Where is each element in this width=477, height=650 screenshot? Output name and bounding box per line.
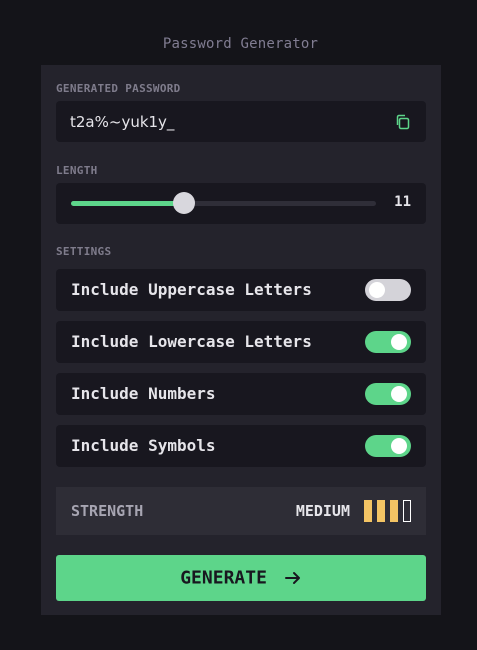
generator-card: GENERATED PASSWORD t2a%~yuk1y_ LENGTH 11…: [41, 65, 441, 615]
setting-uppercase: Include Uppercase Letters: [56, 269, 426, 311]
strength-bar: [377, 500, 385, 522]
setting-symbols: Include Symbols: [56, 425, 426, 467]
numbers-toggle[interactable]: [365, 383, 411, 405]
symbols-toggle[interactable]: [365, 435, 411, 457]
setting-lowercase: Include Lowercase Letters: [56, 321, 426, 363]
setting-uppercase-label: Include Uppercase Letters: [71, 280, 312, 299]
password-text: t2a%~yuk1y_: [70, 113, 175, 131]
length-slider[interactable]: [71, 192, 376, 214]
strength-bar: [364, 500, 372, 522]
toggle-knob: [391, 334, 407, 350]
uppercase-toggle[interactable]: [365, 279, 411, 301]
generate-label: GENERATE: [180, 567, 267, 589]
strength-value: MEDIUM: [295, 502, 350, 520]
password-display: t2a%~yuk1y_: [56, 101, 426, 142]
settings-label: SETTINGS: [56, 245, 112, 258]
slider-fill: [71, 201, 184, 206]
toggle-knob: [391, 386, 407, 402]
strength-bar: [403, 500, 411, 522]
generated-password-label: GENERATED PASSWORD: [56, 82, 181, 95]
strength-label: STRENGTH: [71, 502, 144, 520]
toggle-knob: [391, 438, 407, 454]
length-panel: 11: [56, 183, 426, 224]
lowercase-toggle[interactable]: [365, 331, 411, 353]
strength-panel: STRENGTH MEDIUM: [56, 487, 426, 535]
setting-numbers-label: Include Numbers: [71, 384, 216, 403]
length-label: LENGTH: [56, 164, 98, 177]
setting-symbols-label: Include Symbols: [71, 436, 216, 455]
setting-lowercase-label: Include Lowercase Letters: [71, 332, 312, 351]
copy-icon[interactable]: [394, 113, 412, 131]
toggle-knob: [369, 282, 385, 298]
setting-numbers: Include Numbers: [56, 373, 426, 415]
arrow-right-icon: [284, 572, 300, 585]
app-title: Password Generator: [162, 36, 319, 52]
strength-meter: [364, 500, 411, 522]
length-value: 11: [394, 194, 411, 210]
copy-icon-graphic: [396, 114, 410, 130]
strength-bar: [390, 500, 398, 522]
slider-thumb[interactable]: [172, 192, 195, 214]
generate-button[interactable]: GENERATE: [56, 555, 426, 601]
